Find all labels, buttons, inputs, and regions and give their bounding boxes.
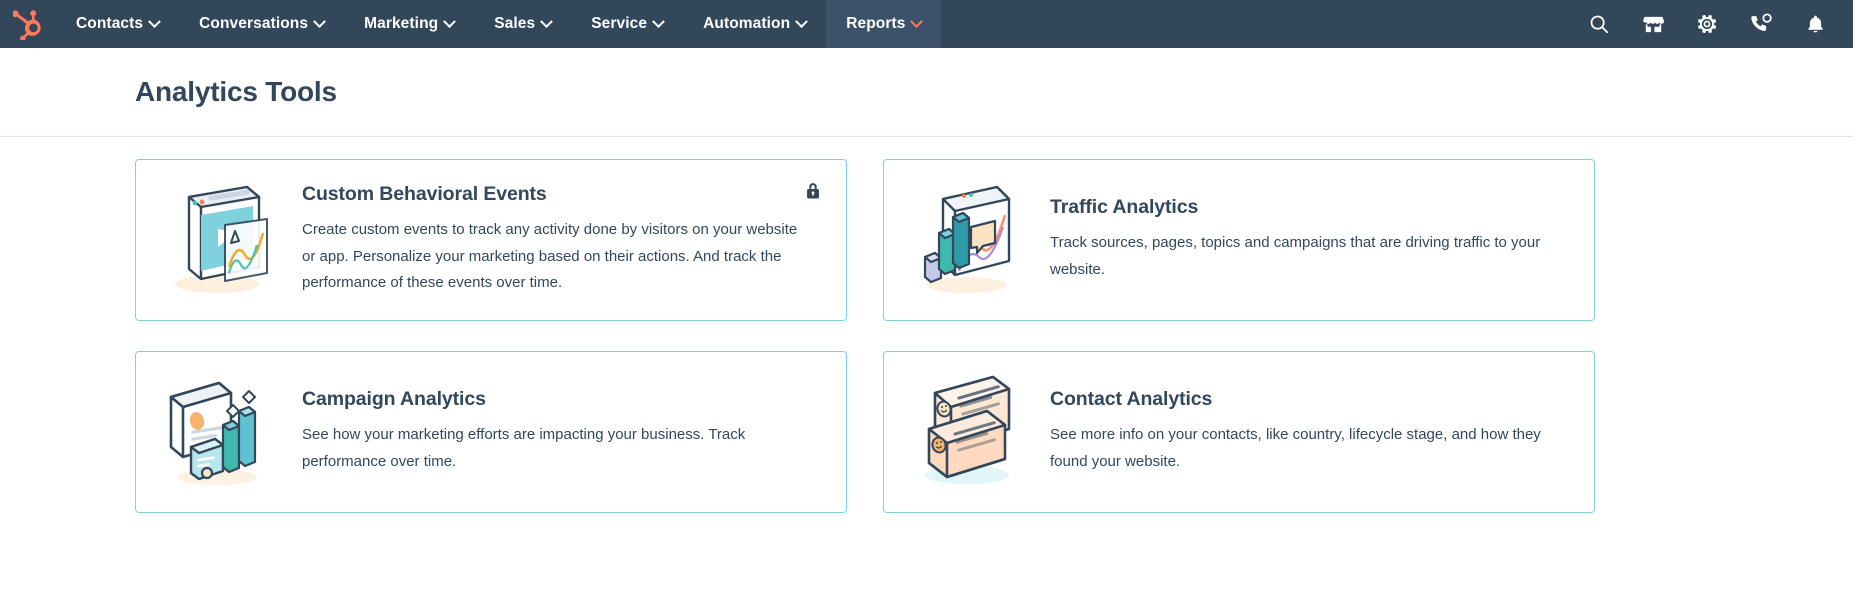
nav-item-automation[interactable]: Automation [683,0,826,48]
nav-item-label: Marketing [364,15,439,32]
card-description: Track sources, pages, topics and campaig… [1050,234,1541,278]
nav-item-label: Service [591,15,648,32]
card-description: See more info on your contacts, like cou… [1050,426,1541,470]
nav-item-service[interactable]: Service [571,0,683,48]
chevron-down-icon [910,14,924,28]
nav-item-sales[interactable]: Sales [474,0,571,48]
chevron-down-icon [148,14,161,28]
analytics-tools-card-grid: Custom Behavioral Events Create custom e… [0,137,1853,513]
notifications-bell-icon[interactable] [1803,12,1827,36]
nav-item-label: Reports [846,15,906,32]
card-body: Custom Behavioral Events Create custom e… [302,183,824,297]
hubspot-sprocket-logo-icon [13,10,41,40]
card-traffic-analytics[interactable]: Traffic Analytics Track sources, pages, … [883,159,1595,321]
card-title: Traffic Analytics [1050,196,1199,219]
nav-item-marketing[interactable]: Marketing [344,0,474,48]
nav-item-reports[interactable]: Reports [826,0,942,48]
search-icon[interactable] [1587,12,1611,36]
card-description: Create custom events to track any activi… [302,220,798,292]
primary-nav-items: Contacts Conversations Marketing Sales S… [56,0,942,48]
page-title: Analytics Tools [135,76,337,107]
marketplace-storefront-icon[interactable] [1641,12,1665,36]
settings-gear-icon[interactable] [1695,12,1719,36]
nav-item-label: Contacts [76,15,144,32]
nav-item-conversations[interactable]: Conversations [179,0,344,48]
card-title: Campaign Analytics [302,388,486,411]
chevron-down-icon [795,14,809,28]
contact-list-laptop-illustration [908,372,1026,492]
card-title: Contact Analytics [1050,388,1213,411]
nav-item-label: Conversations [199,15,309,32]
chevron-down-icon [540,14,554,28]
card-description: See how your marketing efforts are impac… [302,426,746,470]
card-body: Traffic Analytics Track sources, pages, … [1050,196,1572,283]
nav-item-label: Sales [494,15,536,32]
card-custom-behavioral-events[interactable]: Custom Behavioral Events Create custom e… [135,159,847,321]
nav-item-contacts[interactable]: Contacts [56,0,179,48]
card-campaign-analytics[interactable]: Campaign Analytics See how your marketin… [135,351,847,513]
hubspot-logo[interactable] [0,0,56,48]
chevron-down-icon [313,14,326,28]
card-title: Custom Behavioral Events [302,182,547,205]
browser-window-play-chart-illustration [160,180,278,300]
nav-item-label: Automation [703,15,791,32]
bar-chart-laptop-illustration [908,180,1026,300]
nav-utility-icons [1587,0,1853,48]
card-body: Contact Analytics See more info on your … [1050,388,1572,475]
padlock-icon [804,182,822,200]
chevron-down-icon [652,14,665,28]
monitor-bar-chart-illustration [160,372,278,492]
phone-call-icon[interactable] [1749,12,1773,36]
page-header: Analytics Tools [0,48,1853,137]
top-navigation-bar: Contacts Conversations Marketing Sales S… [0,0,1853,48]
card-contact-analytics[interactable]: Contact Analytics See more info on your … [883,351,1595,513]
chevron-down-icon [443,14,457,28]
card-body: Campaign Analytics See how your marketin… [302,388,824,475]
